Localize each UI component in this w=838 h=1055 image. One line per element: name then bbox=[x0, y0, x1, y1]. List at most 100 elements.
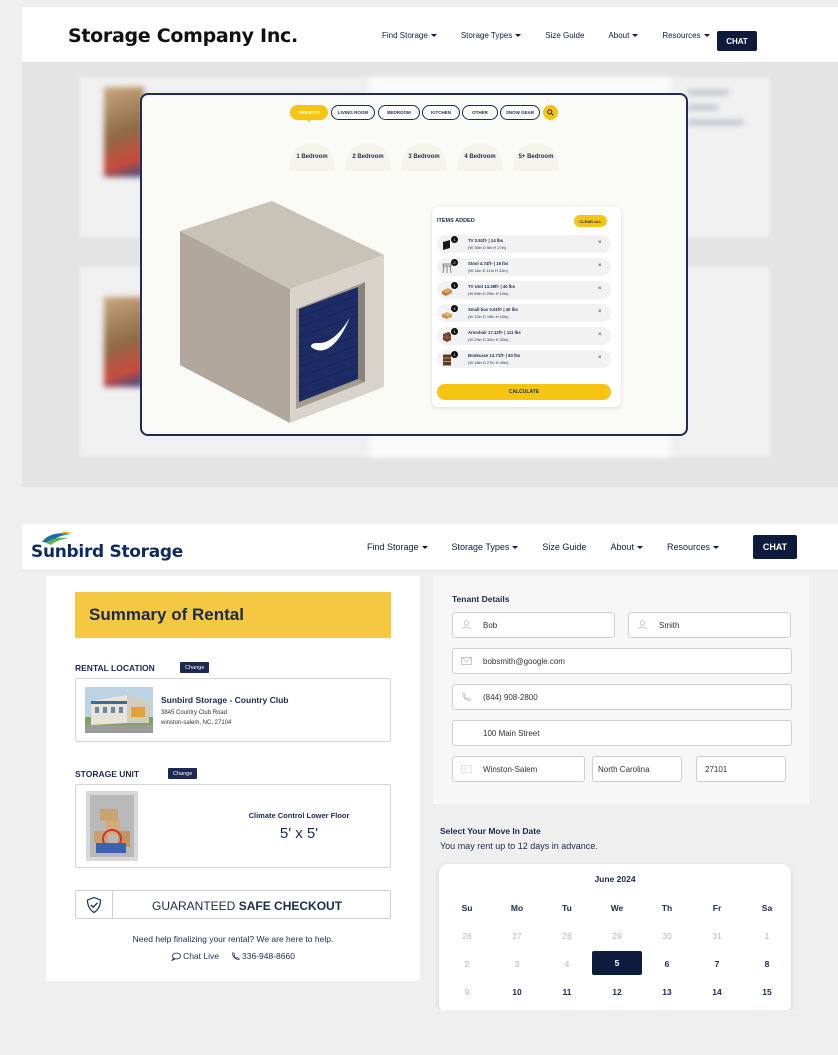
weekday-header: Tu bbox=[562, 903, 572, 913]
preset-3-bedroom[interactable]: 3 Bedroom bbox=[402, 143, 446, 171]
storage-calculator-modal: PRESETS LIVING ROOM BEDROOM KITCHEN OTHE… bbox=[140, 93, 688, 436]
nav-find-storage[interactable]: Find Storage bbox=[382, 31, 437, 40]
brand-logo-text[interactable]: Storage Company Inc. bbox=[68, 25, 298, 47]
weekday-header: Mo bbox=[510, 903, 524, 913]
unit-name: Climate Control Lower Floor bbox=[248, 811, 350, 820]
remove-item-icon[interactable]: × bbox=[598, 355, 602, 361]
weekday-header: Fr bbox=[712, 903, 722, 913]
items-added-title: ITEMS ADDED bbox=[437, 218, 475, 224]
nav-storage-types[interactable]: Storage Types bbox=[452, 542, 519, 552]
item-title: Bookcase 13.71ft³ | 83 lbs bbox=[468, 353, 521, 358]
nav-size-guide[interactable]: Size Guide bbox=[545, 31, 584, 40]
phone-field[interactable]: (844) 908-2800 bbox=[452, 684, 792, 710]
preset-5plus-bedroom[interactable]: 5+ Bedroom bbox=[514, 143, 558, 171]
nav-about[interactable]: About bbox=[608, 31, 639, 40]
change-location-button[interactable]: Change bbox=[180, 662, 210, 673]
safe-checkout-badge: GUARANTEED SAFE CHECKOUT bbox=[75, 890, 391, 919]
move-in-title: Select Your Move In Date bbox=[440, 826, 541, 836]
caret-down-icon bbox=[632, 34, 639, 38]
item-dimensions: (W 18in D 27in H 49in) bbox=[468, 359, 509, 365]
weekday-header: Th bbox=[661, 903, 673, 913]
calendar-day[interactable]: 12 bbox=[592, 987, 642, 997]
rental-checkout-panel: Sunbird Storage Find Storage Storage Typ… bbox=[22, 490, 838, 1010]
chat-live-link[interactable]: Chat Live bbox=[171, 951, 219, 961]
calendar-day[interactable]: 11 bbox=[542, 987, 592, 997]
calendar-day[interactable]: 14 bbox=[692, 987, 742, 997]
location-address-line2: winston-salem, NC, 27104 bbox=[161, 720, 232, 726]
calendar-day[interactable]: 7 bbox=[692, 959, 742, 969]
chat-button[interactable]: CHAT bbox=[753, 535, 797, 559]
preset-2-bedroom[interactable]: 2 Bedroom bbox=[346, 143, 390, 171]
tab-kitchen[interactable]: KITCHEN bbox=[422, 105, 460, 120]
weekday-header: Su bbox=[461, 903, 473, 913]
calendar-day-disabled: 29 bbox=[612, 931, 622, 941]
calendar-day[interactable]: 8 bbox=[742, 959, 792, 969]
phone-icon bbox=[232, 952, 240, 960]
item-dimensions: (W 29in D 32in H 32in) bbox=[468, 336, 509, 342]
item-row: 4 Small box 0.61ft³ | 40 lbs (W 12in D 1… bbox=[437, 304, 611, 322]
items-added-panel: ITEMS ADDED CLEAR ALL 1 TV 2.51ft³ | 14 … bbox=[432, 207, 621, 407]
remove-item-icon[interactable]: × bbox=[598, 263, 602, 269]
calendar-day[interactable]: 6 bbox=[642, 959, 692, 969]
first-name-field[interactable]: Bob bbox=[452, 612, 615, 638]
weekday-header: We bbox=[610, 903, 624, 913]
nav-storage-types[interactable]: Storage Types bbox=[461, 31, 522, 40]
item-count-badge: 2 bbox=[451, 259, 458, 266]
nav-resources[interactable]: Resources bbox=[662, 31, 710, 40]
caret-down-icon bbox=[703, 34, 710, 38]
tab-other[interactable]: OTHER bbox=[462, 105, 498, 120]
item-row: 1 TV 2.51ft³ | 14 lbs (W 35in D 5in H 27… bbox=[437, 235, 611, 253]
nav-size-guide[interactable]: Size Guide bbox=[542, 542, 586, 552]
clear-all-button[interactable]: CLEAR ALL bbox=[574, 215, 607, 227]
remove-item-icon[interactable]: × bbox=[598, 309, 602, 315]
item-row: 2 Stool 4.74ft³ | 16 lbs (W 11in D 11in … bbox=[437, 258, 611, 276]
calendar-day-selected[interactable]: 5 bbox=[592, 951, 642, 975]
location-address-line1: 3845 Country Club Road bbox=[161, 710, 228, 716]
nav-find-storage[interactable]: Find Storage bbox=[367, 542, 428, 552]
background-unit-image bbox=[104, 87, 144, 177]
caret-down-icon bbox=[512, 546, 519, 550]
brand-logo-text[interactable]: Sunbird Storage bbox=[31, 542, 183, 562]
last-name-field[interactable]: Smith bbox=[628, 612, 791, 638]
caret-down-icon bbox=[713, 546, 719, 550]
remove-item-icon[interactable]: × bbox=[598, 332, 602, 338]
caret-down-icon bbox=[515, 34, 522, 38]
user-icon bbox=[635, 620, 649, 630]
location-name: Sunbird Storage - Country Club bbox=[161, 695, 289, 705]
zip-field[interactable]: 27101 bbox=[696, 756, 786, 782]
nav-about[interactable]: About bbox=[610, 542, 643, 552]
calendar-day[interactable]: 15 bbox=[742, 987, 792, 997]
search-button[interactable] bbox=[543, 105, 558, 120]
remove-item-icon[interactable]: × bbox=[598, 240, 602, 246]
search-icon bbox=[547, 109, 554, 116]
tab-snow-gear[interactable]: SNOW GEAR bbox=[500, 105, 540, 120]
item-title: Small box 0.61ft³ | 40 lbs bbox=[468, 307, 518, 312]
tab-living-room[interactable]: LIVING ROOM bbox=[331, 105, 375, 120]
calendar-day-disabled: 9 bbox=[464, 987, 470, 997]
calendar-day[interactable]: 13 bbox=[642, 987, 692, 997]
remove-item-icon[interactable]: × bbox=[598, 286, 602, 292]
street-address-field[interactable]: 100 Main Street bbox=[452, 720, 792, 746]
item-count-badge: 1 bbox=[451, 328, 458, 335]
city-field[interactable]: Winston-Salem bbox=[452, 756, 585, 782]
preset-4-bedroom[interactable]: 4 Bedroom bbox=[458, 143, 502, 171]
active-tab-pointer bbox=[305, 118, 313, 122]
shield-check-icon bbox=[86, 896, 102, 914]
background-text bbox=[688, 87, 748, 147]
item-row: 1 TV Unit 13.38ft³ | 40 lbs (W 55in D 20… bbox=[437, 281, 611, 299]
nav-resources[interactable]: Resources bbox=[667, 542, 719, 552]
state-field[interactable]: North Carolina bbox=[592, 756, 682, 782]
change-unit-button[interactable]: Change bbox=[168, 768, 198, 779]
location-card: Sunbird Storage - Country Club 3845 Coun… bbox=[75, 678, 391, 742]
storage-calculator-panel: Storage Company Inc. Find Storage Storag… bbox=[22, 7, 838, 487]
calendar-day-disabled: 27 bbox=[512, 931, 522, 941]
weekday-header: Sa bbox=[761, 903, 773, 913]
calculate-button[interactable]: CALCULATE bbox=[437, 384, 611, 400]
tab-bedroom[interactable]: BEDROOM bbox=[378, 105, 420, 120]
preset-1-bedroom[interactable]: 1 Bedroom bbox=[290, 143, 334, 171]
chat-button[interactable]: CHAT bbox=[717, 31, 757, 51]
email-field[interactable]: bobsmith@google.com bbox=[452, 648, 792, 674]
item-dimensions: (W 55in D 20in H 19in) bbox=[468, 290, 509, 296]
phone-link[interactable]: 336-948-8660 bbox=[231, 951, 295, 961]
calendar-day[interactable]: 10 bbox=[492, 987, 542, 997]
